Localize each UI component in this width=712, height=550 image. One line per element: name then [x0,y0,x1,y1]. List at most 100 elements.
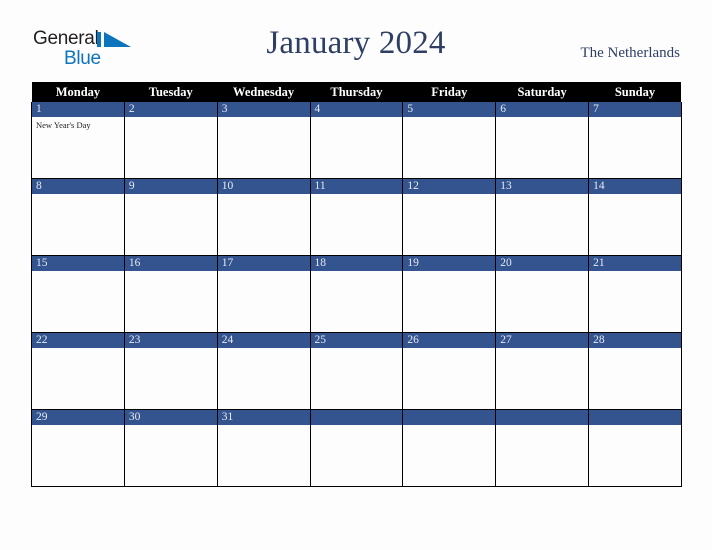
calendar-day-cell[interactable]: 23 [123,332,218,410]
day-number: 9 [124,179,217,194]
day-number: 10 [217,179,310,194]
day-number: 15 [32,256,124,271]
day-events: New Year's Day [32,117,124,175]
day-events [496,348,588,406]
day-events [218,348,310,406]
day-events [403,425,495,483]
day-number: 20 [496,256,589,271]
calendar-day-cell[interactable]: 5 [402,102,497,179]
day-number [310,410,403,425]
day-events [125,425,217,483]
day-events [589,117,681,175]
calendar-day-cell[interactable]: 15 [31,255,125,333]
calendar-day-cell[interactable]: 12 [402,178,497,256]
calendar-day-cell[interactable]: 3 [216,102,311,179]
day-events [403,271,495,329]
calendar-day-cell[interactable]: 22 [31,332,125,410]
day-events [589,271,681,329]
day-number [403,410,496,425]
day-number: 24 [217,333,310,348]
calendar-day-cell[interactable]: 16 [123,255,218,333]
region-label: The Netherlands [580,45,680,61]
day-events [311,194,403,252]
calendar-day-cell[interactable]: 28 [588,332,682,410]
day-number: 8 [32,179,124,194]
day-number: 7 [589,102,681,117]
calendar-weekday-header-row: Monday Tuesday Wednesday Thursday Friday… [31,82,682,102]
calendar-day-cell[interactable]: 27 [495,332,590,410]
day-number: 21 [589,256,681,271]
day-events [32,271,124,329]
calendar-day-cell[interactable]: 14 [588,178,682,256]
day-number: 22 [32,333,124,348]
day-number: 5 [403,102,496,117]
day-events [125,348,217,406]
calendar-week-row: 8 9 10 11 12 13 14 [31,178,682,256]
calendar-day-cell[interactable]: 1 New Year's Day [31,102,125,179]
calendar-day-cell[interactable]: 25 [309,332,404,410]
day-events [32,194,124,252]
calendar-day-cell[interactable]: 17 [216,255,311,333]
day-number [496,410,589,425]
day-events [218,117,310,175]
calendar-day-cell[interactable]: 13 [495,178,590,256]
day-number: 17 [217,256,310,271]
calendar-day-cell[interactable] [588,409,682,487]
day-number: 12 [403,179,496,194]
day-events [125,271,217,329]
calendar-week-row: 22 23 24 25 26 27 28 [31,332,682,410]
day-number: 3 [217,102,310,117]
day-number: 18 [310,256,403,271]
calendar-body: 1 New Year's Day 2 3 4 5 6 7 8 9 10 11 12 13 14 15 16 17 1… [31,102,682,487]
calendar-day-cell[interactable] [495,409,590,487]
calendar-day-cell[interactable] [402,409,497,487]
day-events [218,425,310,483]
day-events [125,117,217,175]
calendar-day-cell[interactable]: 21 [588,255,682,333]
day-number: 14 [589,179,681,194]
calendar-week-row: 1 New Year's Day 2 3 4 5 6 7 [31,102,682,179]
calendar-day-cell[interactable] [309,409,404,487]
calendar-week-row: 29 30 31 [31,409,682,487]
weekday-header-tuesday: Tuesday [124,82,218,102]
day-events [496,194,588,252]
day-number: 31 [217,410,310,425]
day-events [218,271,310,329]
calendar-day-cell[interactable]: 29 [31,409,125,487]
calendar-day-cell[interactable]: 30 [123,409,218,487]
weekday-header-thursday: Thursday [310,82,403,102]
day-number [589,410,681,425]
day-number: 4 [310,102,403,117]
day-number: 16 [124,256,217,271]
calendar-day-cell[interactable]: 31 [216,409,311,487]
calendar-day-cell[interactable]: 8 [31,178,125,256]
day-events [32,348,124,406]
calendar-day-cell[interactable]: 11 [309,178,404,256]
day-events [496,425,588,483]
calendar-day-cell[interactable]: 2 [123,102,218,179]
day-events [125,194,217,252]
calendar-day-cell[interactable]: 10 [216,178,311,256]
day-events [496,117,588,175]
day-number: 25 [310,333,403,348]
day-events [496,271,588,329]
calendar-day-cell[interactable]: 18 [309,255,404,333]
calendar-grid: Monday Tuesday Wednesday Thursday Friday… [31,82,682,487]
page-header: General Blue January 2024 The Netherland… [0,0,712,82]
calendar-day-cell[interactable]: 24 [216,332,311,410]
day-events [403,348,495,406]
calendar-day-cell[interactable]: 6 [495,102,590,179]
day-event-label: New Year's Day [36,120,91,130]
calendar-day-cell[interactable]: 7 [588,102,682,179]
calendar-day-cell[interactable]: 19 [402,255,497,333]
day-events [32,425,124,483]
weekday-header-friday: Friday [402,82,496,102]
day-events [589,425,681,483]
day-events [311,271,403,329]
calendar-day-cell[interactable]: 9 [123,178,218,256]
calendar-day-cell[interactable]: 20 [495,255,590,333]
day-events [403,194,495,252]
calendar-day-cell[interactable]: 4 [309,102,404,179]
calendar-day-cell[interactable]: 26 [402,332,497,410]
day-number: 29 [32,410,124,425]
